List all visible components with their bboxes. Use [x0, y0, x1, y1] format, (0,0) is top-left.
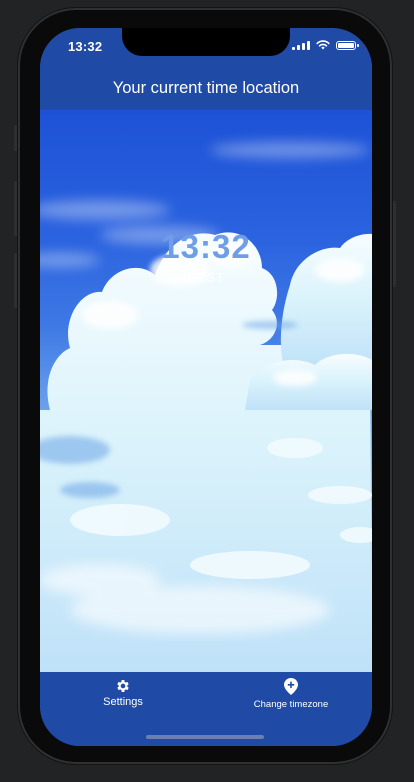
status-icons	[292, 40, 359, 50]
location-pin-icon	[284, 678, 298, 695]
gear-icon	[117, 680, 129, 692]
battery-level	[338, 42, 354, 48]
tab-change-timezone[interactable]: Change timezone	[236, 678, 346, 710]
tab-bar: Settings Change timezone	[40, 672, 372, 746]
nav-header: Your current time location	[40, 70, 372, 110]
wifi-icon	[316, 40, 330, 50]
notch	[122, 28, 290, 56]
power-button	[392, 201, 396, 287]
battery-icon	[336, 40, 359, 50]
phone-screen: 13:32 Your current time location 13:32 C…	[40, 28, 372, 746]
tab-settings-label: Settings	[103, 696, 143, 708]
home-indicator[interactable]	[146, 735, 264, 739]
cellular-signal-icon	[292, 40, 310, 50]
status-bar: 13:32	[40, 28, 372, 70]
page-title: Your current time location	[112, 79, 300, 97]
tab-change-timezone-label: Change timezone	[253, 699, 329, 710]
tab-settings[interactable]: Settings	[88, 678, 158, 708]
clouds-illustration	[40, 142, 372, 672]
timezone-abbreviation: CEST	[187, 271, 225, 285]
current-time: 13:32	[161, 228, 251, 265]
status-time: 13:32	[68, 39, 103, 54]
sky-background-image: 13:32 CEST	[40, 110, 372, 672]
